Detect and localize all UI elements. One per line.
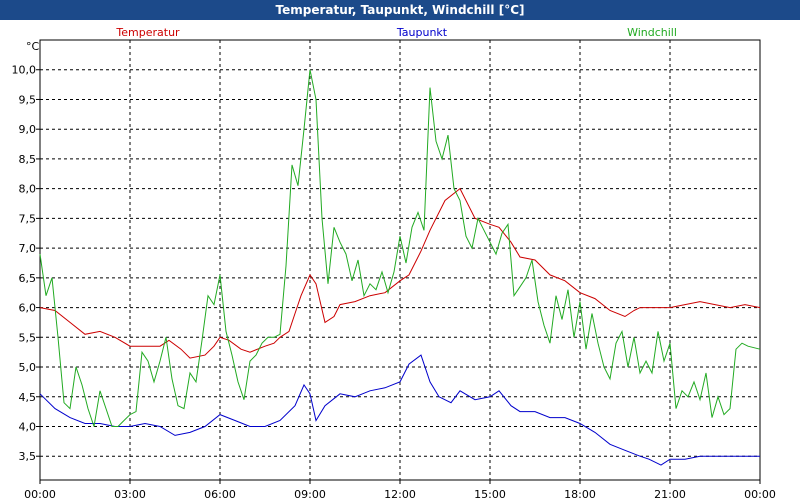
x-tick-time: 09:00 <box>294 488 326 500</box>
chart-window: Temperatur, Taupunkt, Windchill [°C] 3,5… <box>0 0 800 500</box>
y-tick-label: 10,0 <box>12 64 37 77</box>
legend-temperatur: Temperatur <box>115 26 180 39</box>
y-tick-label: 4,0 <box>19 420 37 433</box>
y-tick-label: 7,5 <box>19 212 37 225</box>
x-tick-time: 18:00 <box>564 488 596 500</box>
x-tick-time: 06:00 <box>204 488 236 500</box>
y-tick-label: 3,5 <box>19 450 37 463</box>
y-tick-label: 8,5 <box>19 153 37 166</box>
x-tick-time: 00:00 <box>744 488 776 500</box>
y-tick-label: 5,0 <box>19 361 37 374</box>
x-tick-time: 21:00 <box>654 488 686 500</box>
y-tick-label: 5,5 <box>19 331 37 344</box>
y-tick-label: 6,0 <box>19 302 37 315</box>
y-tick-label: 9,5 <box>19 93 37 106</box>
y-unit-label: °C <box>26 40 40 53</box>
x-tick-time: 00:00 <box>24 488 56 500</box>
x-tick-time: 12:00 <box>384 488 416 500</box>
y-tick-label: 4,5 <box>19 391 37 404</box>
chart-canvas: 3,5 4,0 4,5 5,0 5,5 6,0 6,5 7,0 7,5 8,0 8,5 9,0 9,5 1… <box>12 26 776 500</box>
y-tick-label: 8,0 <box>19 183 37 196</box>
x-tick-time: 03:00 <box>114 488 146 500</box>
window-title: Temperatur, Taupunkt, Windchill [°C] <box>0 0 800 20</box>
grid <box>40 40 760 480</box>
legend-windchill: Windchill <box>627 26 677 39</box>
legend-taupunkt: Taupunkt <box>396 26 448 39</box>
y-tick-label: 9,0 <box>19 123 37 136</box>
x-tick-time: 15:00 <box>474 488 506 500</box>
y-tick-label: 6,5 <box>19 272 37 285</box>
y-tick-label: 7,0 <box>19 242 37 255</box>
